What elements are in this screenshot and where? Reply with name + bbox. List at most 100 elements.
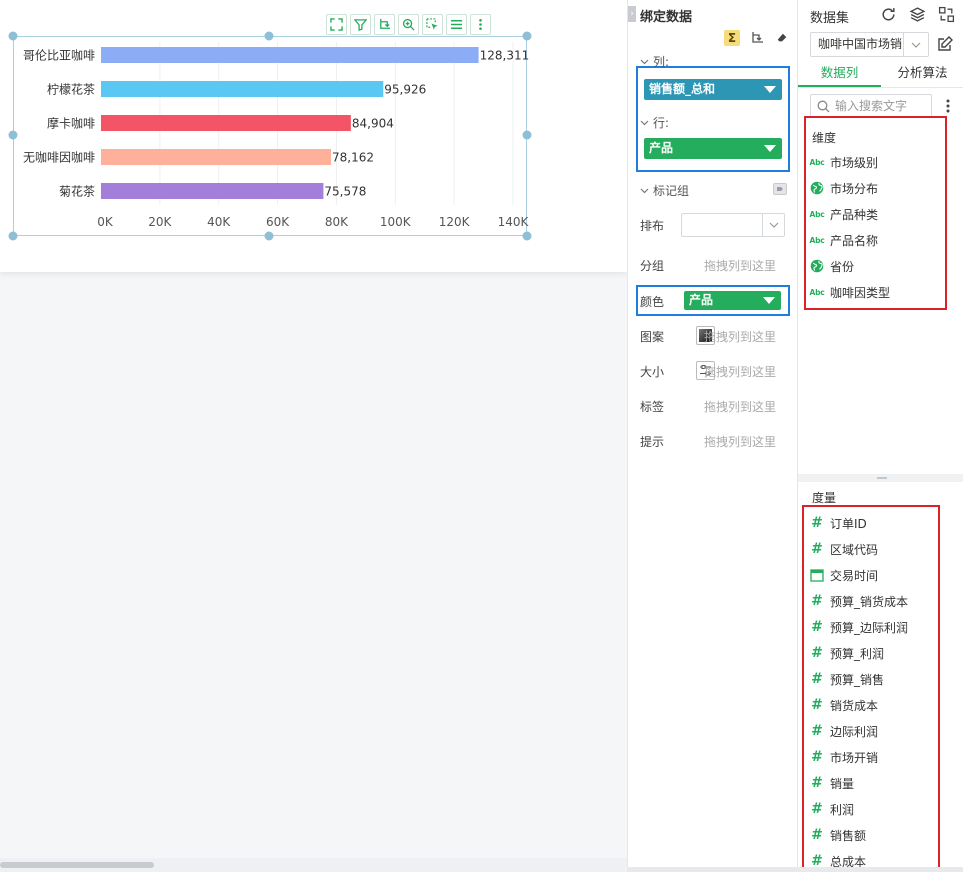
- hash-icon: #: [811, 697, 823, 713]
- tab-analysis-algorithms[interactable]: 分析算法: [881, 62, 963, 87]
- dataset-toolbar: [880, 6, 955, 23]
- field-label: 边际利润: [830, 724, 879, 739]
- field-item[interactable]: Abc 市场级别: [809, 151, 878, 173]
- field-label: 预算_销货成本: [830, 594, 909, 609]
- abc-icon: Abc: [809, 209, 825, 219]
- chevron-down-icon: [640, 59, 649, 65]
- x-tick-label: 140K: [498, 215, 530, 229]
- mark-tooltip-row[interactable]: 提示 拖拽列到这里: [640, 429, 788, 453]
- mark-pattern-row[interactable]: 图案 拖拽列到这里: [640, 324, 788, 348]
- mark-label-row[interactable]: 标签 拖拽列到这里: [640, 394, 788, 418]
- search-input[interactable]: [835, 99, 927, 113]
- data-label: 84,904: [352, 117, 394, 131]
- columns-pill[interactable]: 销售额_总和: [644, 79, 782, 100]
- field-item[interactable]: # 市场开销: [810, 746, 878, 768]
- horizontal-scrollbar[interactable]: [0, 858, 627, 872]
- field-item[interactable]: # 区域代码: [810, 538, 878, 560]
- collapse-arrow-icon[interactable]: ›: [628, 6, 636, 22]
- category-label: 哥伦比亚咖啡: [23, 48, 95, 63]
- field-label: 订单ID: [830, 516, 867, 531]
- category-label: 无咖啡因咖啡: [23, 150, 95, 165]
- tag-icon[interactable]: [773, 183, 787, 195]
- mark-size-row[interactable]: 大小 拖拽列到这里: [640, 359, 788, 383]
- mark-group-row[interactable]: 分组 拖拽列到这里: [640, 253, 788, 277]
- field-item[interactable]: # 预算_销售: [810, 668, 884, 690]
- sigma-icon[interactable]: Σ: [724, 30, 740, 46]
- caret-down-icon[interactable]: [764, 86, 776, 93]
- rows-pill[interactable]: 产品: [644, 138, 782, 159]
- field-item[interactable]: # 销货成本: [810, 694, 878, 716]
- field-item[interactable]: 省份: [810, 255, 854, 277]
- dimensions-title: 维度: [812, 131, 837, 145]
- swap-axes-icon[interactable]: [749, 30, 765, 46]
- x-tick-label: 120K: [439, 215, 471, 229]
- rows-shelf-label[interactable]: 行:: [640, 114, 669, 131]
- chart-card[interactable]: 0K 20K 40K 60K 80K 100K 120K 140K 哥伦比亚咖啡 128,311 柠…: [0, 0, 627, 272]
- color-pill[interactable]: 产品: [684, 291, 781, 310]
- category-label: 摩卡咖啡: [47, 116, 95, 131]
- dataset-title: 数据集: [810, 11, 850, 26]
- dataset-panel: 数据集 咖啡中国市场销 数据列 分析算法 维度 Abc 市场级别市场分布 Abc 产品…: [797, 0, 963, 872]
- field-label: 销货成本: [830, 698, 879, 713]
- field-item[interactable]: # 利润: [810, 798, 854, 820]
- field-label: 预算_边际利润: [830, 620, 909, 635]
- hash-icon: #: [811, 619, 823, 635]
- tab-data-columns[interactable]: 数据列: [798, 62, 881, 87]
- bar: [101, 81, 384, 97]
- chevron-down-icon: [769, 222, 778, 228]
- field-label: 咖啡因类型: [830, 285, 891, 300]
- chevron-down-icon: [640, 188, 649, 194]
- chevron-down-icon[interactable]: [903, 33, 928, 56]
- marks-group-header[interactable]: 标记组: [640, 182, 689, 199]
- bar-chart: 0K 20K 40K 60K 80K 100K 120K 140K 哥伦比亚咖啡 128,311 柠…: [23, 42, 530, 229]
- caret-down-icon[interactable]: [764, 145, 776, 152]
- field-item[interactable]: # 预算_利润: [810, 642, 884, 664]
- panel-bottom-scrollbar[interactable]: [627, 867, 963, 872]
- switch-dataset-icon[interactable]: [938, 6, 955, 23]
- report-canvas: 0K 20K 40K 60K 80K 100K 120K 140K 哥伦比亚咖啡 128,311 柠…: [0, 0, 627, 872]
- field-search[interactable]: [810, 94, 932, 118]
- bar: [101, 47, 479, 63]
- scrollbar-thumb[interactable]: [0, 862, 154, 868]
- layout-select[interactable]: [681, 213, 785, 237]
- dataset-select[interactable]: 咖啡中国市场销: [810, 32, 929, 57]
- globe-icon: [810, 181, 824, 195]
- x-tick-label: 80K: [325, 215, 349, 229]
- field-item[interactable]: 市场分布: [810, 177, 878, 199]
- splitter-grip[interactable]: [877, 477, 887, 479]
- field-item[interactable]: Abc 产品种类: [809, 203, 879, 225]
- category-label: 柠檬花茶: [47, 82, 95, 97]
- field-label: 交易时间: [830, 568, 879, 583]
- bar: [101, 183, 324, 199]
- bar: [101, 149, 332, 165]
- field-label: 利润: [830, 802, 855, 817]
- calendar-icon: [810, 568, 824, 582]
- caret-down-icon[interactable]: [763, 297, 775, 304]
- field-item[interactable]: # 订单ID: [810, 512, 867, 534]
- refresh-icon[interactable]: [880, 6, 897, 23]
- bind-toolbar: Σ: [724, 30, 790, 46]
- x-tick-label: 100K: [380, 215, 412, 229]
- eraser-icon[interactable]: [774, 30, 790, 46]
- field-item[interactable]: # 预算_销货成本: [810, 590, 908, 612]
- bind-data-panel: › 绑定数据 Σ 列: 销售额_总和 行: 产品 标记组 排布 分组 拖拽列到这…: [627, 0, 797, 872]
- field-item[interactable]: Abc 咖啡因类型: [809, 281, 891, 303]
- field-item[interactable]: # 边际利润: [810, 720, 878, 742]
- field-label: 销量: [830, 776, 855, 791]
- data-label: 78,162: [332, 151, 374, 165]
- field-item[interactable]: Abc 产品名称: [809, 229, 878, 251]
- field-item[interactable]: # 销售额: [810, 824, 866, 846]
- panel-splitter[interactable]: [798, 474, 963, 482]
- field-item[interactable]: # 销量: [810, 772, 854, 794]
- hash-icon: #: [811, 515, 823, 531]
- globe-icon: [810, 259, 824, 273]
- field-label: 产品种类: [830, 207, 879, 222]
- field-item[interactable]: # 预算_边际利润: [810, 616, 908, 638]
- edit-icon[interactable]: [936, 35, 954, 53]
- more-vertical-icon[interactable]: [943, 97, 953, 115]
- layers-icon[interactable]: [909, 6, 926, 23]
- columns-shelf-label[interactable]: 列:: [640, 53, 669, 70]
- field-item[interactable]: 交易时间: [810, 564, 878, 586]
- abc-icon: Abc: [809, 157, 825, 167]
- field-label: 区域代码: [830, 542, 879, 557]
